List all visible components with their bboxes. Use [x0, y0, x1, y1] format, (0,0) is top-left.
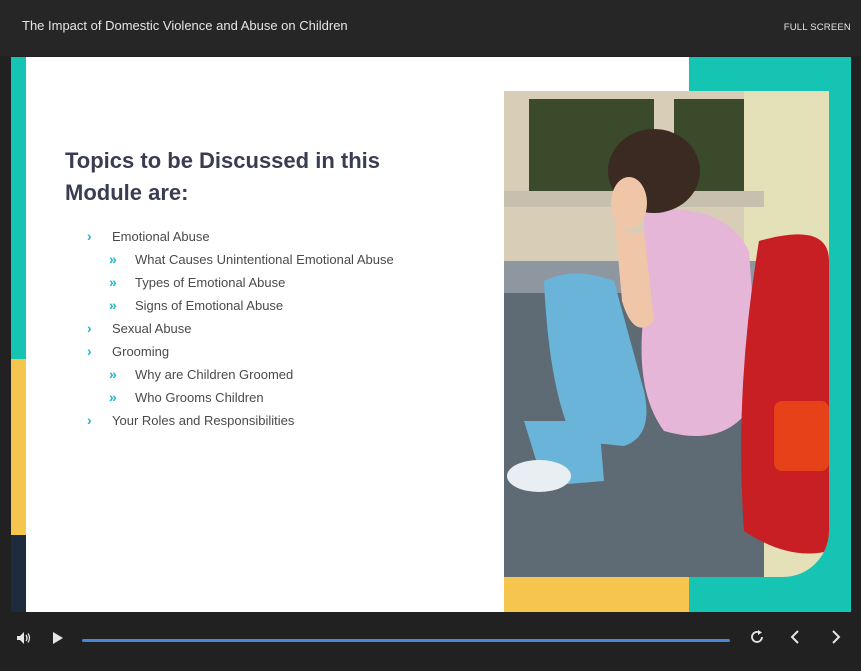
chevron-right-icon: › [87, 320, 92, 336]
double-chevron-right-icon: » [109, 297, 117, 313]
topic-item: » Why are Children Groomed [87, 363, 394, 386]
topic-item: › Your Roles and Responsibilities [87, 409, 394, 432]
double-chevron-right-icon: » [109, 251, 117, 267]
volume-icon[interactable] [17, 632, 31, 647]
slide-photo [504, 91, 829, 577]
chevron-right-icon: › [87, 412, 92, 428]
topic-item: › Grooming [87, 340, 394, 363]
topic-label: Your Roles and Responsibilities [112, 413, 295, 428]
progress-bar[interactable] [82, 639, 730, 642]
topic-item: » What Causes Unintentional Emotional Abu… [87, 248, 394, 271]
player-controls [0, 612, 861, 671]
chevron-right-icon: › [87, 343, 92, 359]
topic-item: » Who Grooms Children [87, 386, 394, 409]
topic-item: » Signs of Emotional Abuse [87, 294, 394, 317]
play-icon[interactable] [53, 632, 63, 647]
double-chevron-right-icon: » [109, 366, 117, 382]
topic-label: Types of Emotional Abuse [135, 275, 286, 290]
double-chevron-right-icon: » [109, 389, 117, 405]
topic-item: » Types of Emotional Abuse [87, 271, 394, 294]
replay-icon[interactable] [750, 630, 764, 649]
course-title: The Impact of Domestic Violence and Abus… [22, 18, 348, 33]
topic-label: Signs of Emotional Abuse [135, 298, 284, 313]
chevron-right-icon[interactable] [831, 630, 841, 649]
topic-label: Sexual Abuse [112, 321, 192, 336]
left-accent-yellow [11, 359, 26, 535]
player-header: The Impact of Domestic Violence and Abus… [0, 0, 861, 56]
left-accent-navy [11, 535, 26, 612]
chevron-left-icon[interactable] [790, 630, 800, 649]
topic-label: Grooming [112, 344, 170, 359]
topic-label: What Causes Unintentional Emotional Abus… [135, 252, 394, 267]
bottom-accent-yellow [504, 577, 689, 612]
topic-list: › Emotional Abuse » What Causes Unintention… [87, 225, 394, 432]
slide-heading: Topics to be Discussed in this Module ar… [65, 148, 380, 205]
chevron-right-icon: › [87, 228, 92, 244]
topic-label: Who Grooms Children [135, 390, 264, 405]
topic-item: › Sexual Abuse [87, 317, 394, 340]
topic-item: › Emotional Abuse [87, 225, 394, 248]
topic-label: Emotional Abuse [112, 229, 210, 244]
left-accent-teal [11, 57, 26, 359]
fullscreen-button[interactable]: FULL SCREEN [784, 22, 851, 33]
double-chevron-right-icon: » [109, 274, 117, 290]
topic-label: Why are Children Groomed [135, 367, 294, 382]
slide: Topics to be Discussed in this Module ar… [11, 57, 851, 612]
